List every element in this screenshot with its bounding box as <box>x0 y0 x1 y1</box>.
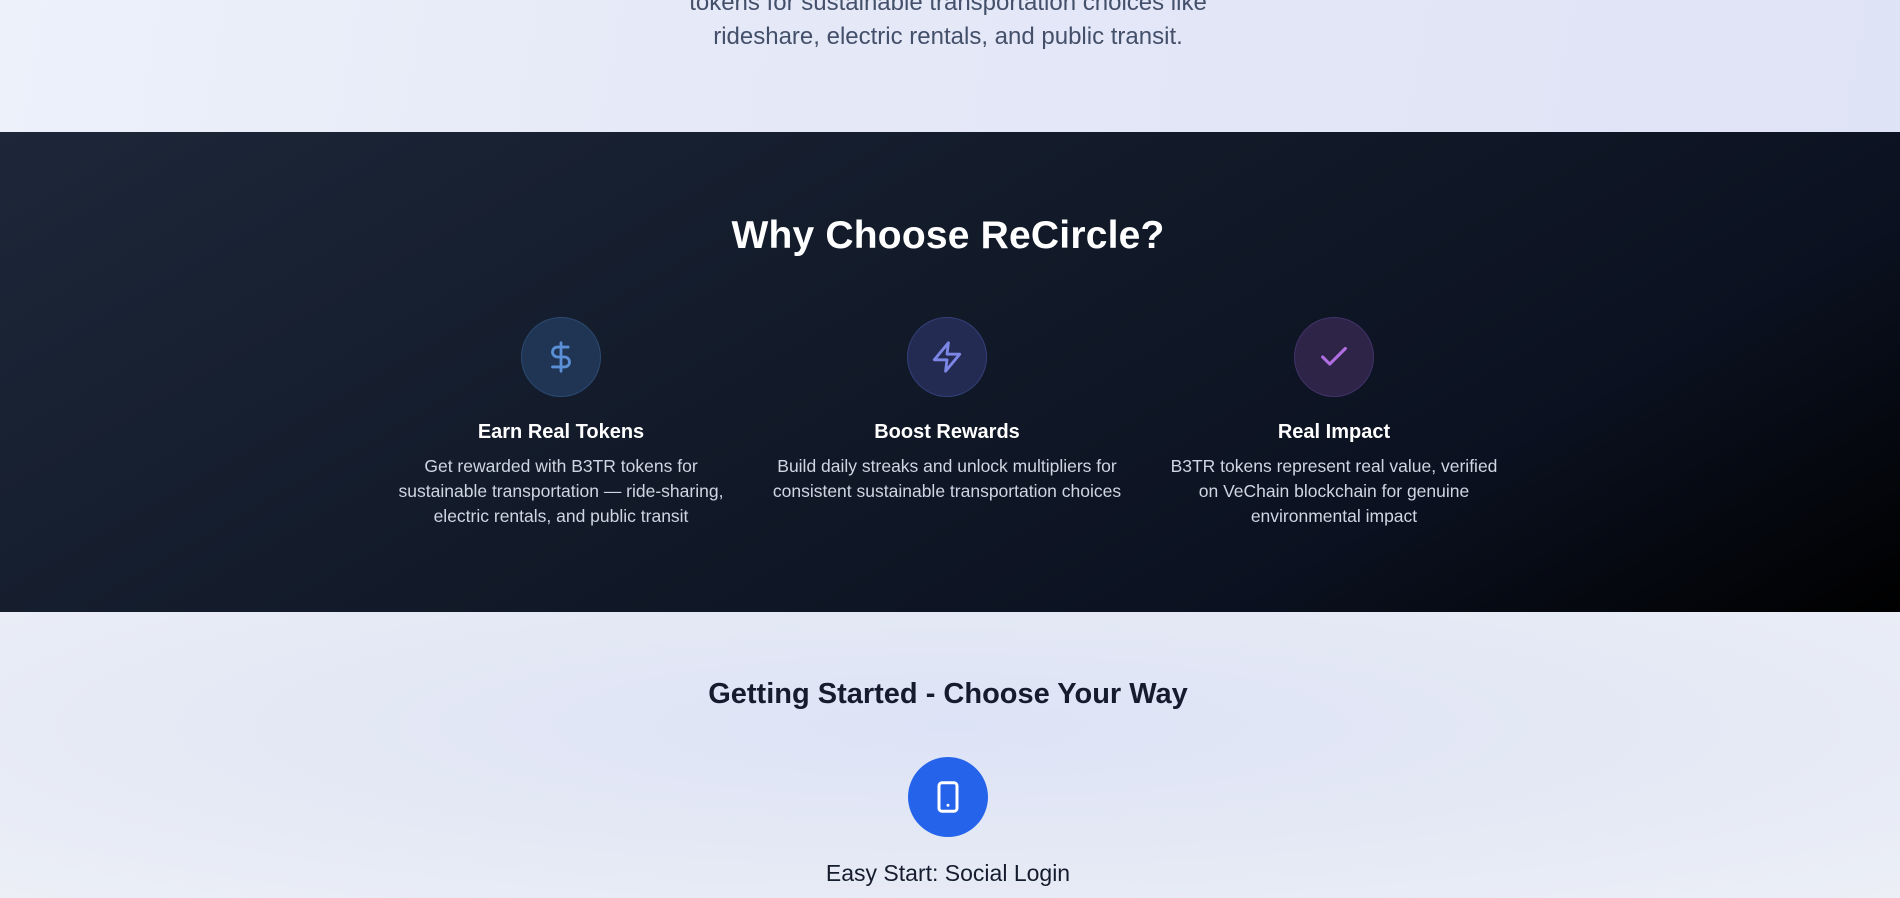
landing-page: tokens for sustainable transportation ch… <box>0 0 1900 898</box>
feature-title: Boost Rewards <box>874 421 1020 443</box>
dollar-icon <box>521 317 601 397</box>
social-login-option-title: Easy Start: Social Login <box>825 860 1071 886</box>
feature-title: Earn Real Tokens <box>477 421 645 443</box>
feature-description: Build daily streaks and unlock multiplie… <box>772 456 1122 501</box>
getting-started-title: Getting Started - Choose Your Way <box>708 678 1188 710</box>
getting-started-section: Getting Started - Choose Your Way Easy S… <box>0 612 1900 898</box>
hero-subtitle-line-1: tokens for sustainable transportation ch… <box>689 0 1207 16</box>
feature-description: B3TR tokens represent real value, verifi… <box>1170 456 1498 526</box>
why-choose-section: Why Choose ReCircle? Earn Real Tokens Ge… <box>0 132 1900 612</box>
check-icon <box>1294 317 1374 397</box>
feature-boost-rewards: Boost Rewards Build daily streaks and un… <box>772 317 1122 504</box>
hero-subtitle-line-2: rideshare, electric rentals, and public … <box>713 23 1183 50</box>
phone-icon <box>908 757 988 837</box>
feature-earn-tokens: Earn Real Tokens Get rewarded with B3TR … <box>386 317 736 529</box>
feature-title: Real Impact <box>1277 421 1391 443</box>
feature-real-impact: Real Impact B3TR tokens represent real v… <box>1159 317 1509 529</box>
feature-description: Get rewarded with B3TR tokens for sustai… <box>398 456 724 526</box>
why-choose-title: Why Choose ReCircle? <box>731 214 1165 257</box>
hero-section: tokens for sustainable transportation ch… <box>0 0 1900 132</box>
lightning-icon <box>907 317 987 397</box>
